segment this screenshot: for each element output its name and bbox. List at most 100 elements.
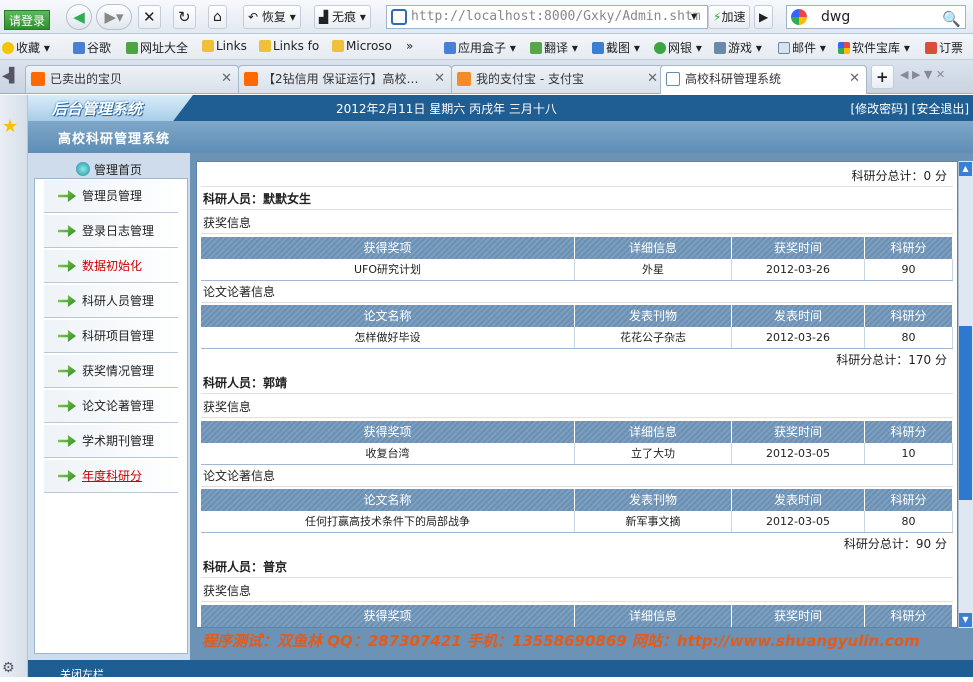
bookmark-screenshot[interactable]: 截图 ▾: [592, 39, 640, 56]
speedup-button[interactable]: ⚡加速: [708, 5, 751, 29]
restore-label: 恢复: [261, 10, 286, 24]
table-cell: 收复台湾: [201, 443, 575, 464]
tab-alipay[interactable]: 我的支付宝 - 支付宝 ✕: [451, 65, 665, 93]
total-score: 科研分总计：0 分: [201, 165, 953, 187]
award-table-header: 获得奖项 详细信息 获奖时间 科研分: [201, 421, 953, 443]
column-header: 发表时间: [732, 305, 865, 327]
bookmark-software[interactable]: 软件宝库 ▾: [838, 39, 910, 56]
bookmark-microsoft[interactable]: Microso: [332, 39, 392, 53]
table-cell: 任何打赢高技术条件下的局部战争: [201, 511, 575, 532]
google-icon: [791, 9, 807, 25]
sidebar-item-projects[interactable]: 科研项目管理: [44, 320, 178, 353]
header-date: 2012年2月11日 星期六 丙戌年 三月十八: [336, 102, 557, 116]
column-header: 科研分: [865, 237, 953, 259]
tab-shop[interactable]: 【2钻信用 保证运行】高校… ✕: [238, 65, 452, 93]
incognito-button[interactable]: ▟ 无痕 ▾: [314, 5, 371, 29]
arrow-icon: [58, 295, 76, 307]
sidebar-item-annual-score[interactable]: 年度科研分: [44, 460, 178, 493]
tab-label: 已卖出的宝贝: [50, 72, 123, 86]
close-icon[interactable]: ✕: [849, 66, 860, 92]
gear-icon[interactable]: ⚙: [2, 660, 15, 676]
favorites-star-icon[interactable]: ★: [2, 116, 18, 137]
header-links[interactable]: [修改密码] [安全退出]: [850, 100, 969, 117]
menu-label: 科研人员管理: [82, 294, 155, 308]
bookmark-hao[interactable]: 网址大全: [126, 39, 188, 56]
search-icon[interactable]: 🔍: [942, 8, 961, 30]
media-play-icon[interactable]: ▶: [754, 5, 774, 29]
sidebar-item-admin[interactable]: 管理员管理: [44, 180, 178, 213]
sidebar-item-awards[interactable]: 获奖情况管理: [44, 355, 178, 388]
arrow-icon: [58, 330, 76, 342]
menu-label: 登录日志管理: [82, 224, 155, 238]
sidebar-item-journals[interactable]: 学术期刊管理: [44, 425, 178, 458]
address-bar[interactable]: http://localhost:8000/Gxky/Admin.shtm: [386, 5, 708, 29]
close-icon[interactable]: ✕: [434, 66, 445, 92]
refresh-icon[interactable]: ↻: [173, 5, 196, 29]
bookmark-translate[interactable]: 翻译 ▾: [530, 39, 578, 56]
close-left-panel-link[interactable]: 关闭左栏: [60, 666, 104, 682]
menu-label: 论文论著管理: [82, 399, 155, 413]
new-tab-icon[interactable]: +: [871, 65, 894, 89]
address-dropdown-icon[interactable]: ▾: [687, 5, 701, 29]
bookmark-favorites[interactable]: 收藏 ▾: [2, 39, 50, 56]
back-icon[interactable]: ◀: [66, 4, 92, 30]
column-header: 获奖时间: [732, 605, 865, 627]
column-header: 发表刊物: [575, 305, 732, 327]
sidebar-item-researchers[interactable]: 科研人员管理: [44, 285, 178, 318]
scissors-icon: [592, 42, 604, 54]
bookmark-tickets[interactable]: 订票: [925, 39, 963, 56]
box-icon: [444, 42, 456, 54]
scroll-thumb[interactable]: [959, 326, 972, 500]
researcher-name: 科研人员：普京: [201, 556, 953, 578]
close-icon[interactable]: ✕: [647, 66, 658, 92]
bookmark-links[interactable]: Links: [202, 39, 247, 53]
tab-sold-items[interactable]: 已卖出的宝贝 ✕: [25, 65, 239, 93]
taobao-icon: [244, 72, 258, 86]
tab-scroll-controls[interactable]: ◀ ▶ ▼ ✕: [900, 68, 945, 81]
table-cell: 2012-03-05: [732, 511, 865, 532]
column-header: 获得奖项: [201, 421, 575, 443]
award-section-label: 获奖信息: [201, 212, 953, 234]
sidebar-item-login-log[interactable]: 登录日志管理: [44, 215, 178, 248]
home-icon[interactable]: ⌂: [208, 5, 227, 29]
arrow-icon: [58, 435, 76, 447]
page-icon: [391, 9, 407, 25]
close-icon[interactable]: ✕: [221, 66, 232, 92]
column-header: 详细信息: [575, 237, 732, 259]
star-icon: [2, 42, 14, 54]
sidebar-toggle-icon[interactable]: ◂▌: [2, 68, 20, 84]
bookmark-google[interactable]: 谷歌: [73, 39, 111, 56]
search-value: dwg: [821, 9, 851, 25]
column-header: 详细信息: [575, 421, 732, 443]
forward-icon[interactable]: ▶▾: [96, 4, 132, 30]
bookmark-more[interactable]: »: [406, 39, 413, 53]
ticket-icon: [925, 42, 937, 54]
bookmark-label: 游戏: [728, 41, 753, 55]
translate-icon: [530, 42, 542, 54]
tab-research-system[interactable]: 高校科研管理系统 ✕: [660, 65, 867, 94]
folder-icon: [259, 40, 271, 52]
bookmark-mail[interactable]: 邮件 ▾: [778, 39, 826, 56]
table-cell: 2012-03-26: [732, 327, 865, 348]
stop-icon[interactable]: ✕: [138, 5, 161, 29]
bookmark-games[interactable]: 游戏 ▾: [714, 39, 762, 56]
scroll-down-icon[interactable]: ▼: [959, 613, 972, 627]
bookmark-linksfo[interactable]: Links fo: [259, 39, 319, 53]
scroll-up-icon[interactable]: ▲: [959, 162, 972, 176]
table-cell: 80: [865, 327, 953, 348]
sidebar-item-papers[interactable]: 论文论著管理: [44, 390, 178, 423]
globe-icon: [76, 162, 90, 176]
bookmark-appbox[interactable]: 应用盒子 ▾: [444, 39, 516, 56]
paper-table-header: 论文名称 发表刊物 发表时间 科研分: [201, 489, 953, 511]
column-header: 科研分: [865, 605, 953, 627]
restore-button[interactable]: ↶ 恢复 ▾: [243, 5, 301, 29]
bookmark-label: 邮件: [792, 41, 817, 55]
search-input[interactable]: dwg 🔍: [786, 5, 966, 29]
login-button[interactable]: 请登录: [4, 10, 50, 30]
arrow-icon: [58, 470, 76, 482]
sidebar-item-data-init[interactable]: 数据初始化: [44, 250, 178, 283]
score-report: 科研分总计：0 分 科研人员：默默女生 获奖信息 获得奖项 详细信息 获奖时间 科研分…: [196, 161, 958, 628]
bookmark-bank[interactable]: 网银 ▾: [654, 39, 702, 56]
sidebar-home[interactable]: 管理首页: [76, 161, 142, 178]
credit-line: 程序测试：双鱼林 QQ：287307421 手机：13558690869 网站：…: [202, 632, 920, 650]
